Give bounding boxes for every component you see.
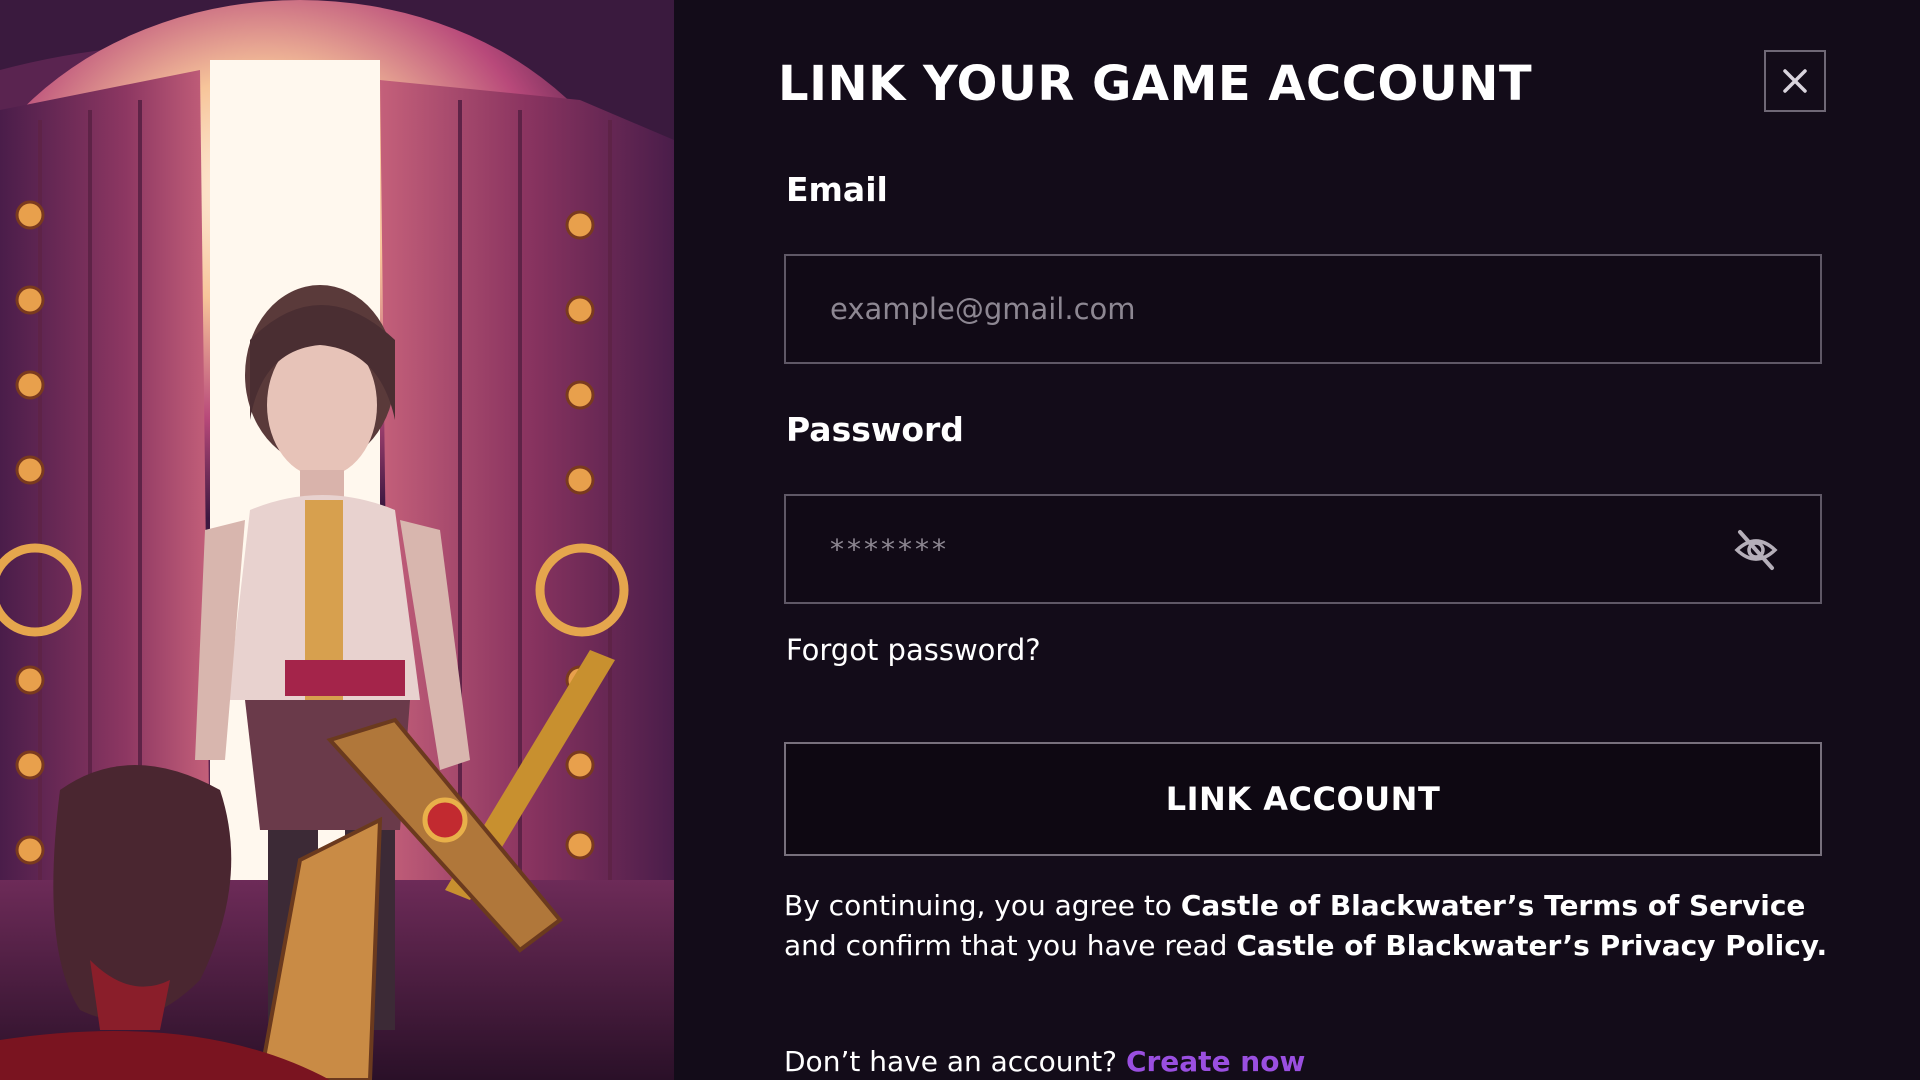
password-field-container: [784, 494, 1822, 604]
terms-of-service-link[interactable]: Castle of Blackwater’s Terms of Service: [1181, 889, 1806, 922]
link-account-button[interactable]: LINK ACCOUNT: [784, 742, 1822, 856]
signup-text: Don’t have an account?: [784, 1045, 1126, 1078]
hero-illustration: [0, 0, 674, 1080]
password-visibility-toggle[interactable]: [1732, 526, 1780, 574]
terms-notice: By continuing, you agree to Castle of Bl…: [784, 886, 1864, 966]
password-label: Password: [786, 410, 964, 449]
link-account-dialog: LINK YOUR GAME ACCOUNT Email Password Fo…: [674, 0, 1920, 1080]
eye-slash-icon: [1734, 530, 1778, 570]
close-button[interactable]: [1764, 50, 1826, 112]
privacy-policy-link[interactable]: Castle of Blackwater’s Privacy Policy.: [1236, 929, 1827, 962]
email-input[interactable]: [786, 256, 1820, 362]
terms-prefix: By continuing, you agree to: [784, 889, 1181, 922]
email-label: Email: [786, 170, 888, 209]
close-icon: [1783, 69, 1807, 93]
link-account-screen: LINK YOUR GAME ACCOUNT Email Password Fo…: [0, 0, 1920, 1080]
forgot-password-link[interactable]: Forgot password?: [786, 628, 1041, 672]
dialog-title: LINK YOUR GAME ACCOUNT: [778, 56, 1533, 112]
terms-middle: and confirm that you have read: [784, 929, 1237, 962]
create-account-link[interactable]: Create now: [1126, 1045, 1305, 1078]
email-field-container: [784, 254, 1822, 364]
signup-prompt: Don’t have an account? Create now: [784, 1040, 1305, 1080]
password-input[interactable]: [786, 496, 1820, 602]
